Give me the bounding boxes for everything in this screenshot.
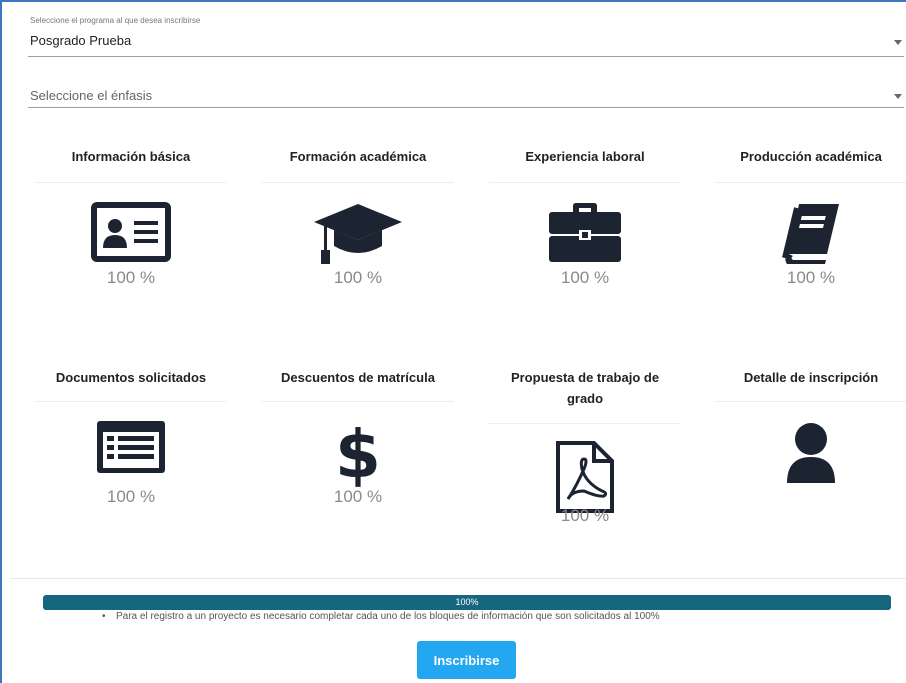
card-informacion-basica[interactable]: Información básica 100 % <box>35 146 227 296</box>
graduation-cap-icon <box>262 202 454 266</box>
list-document-icon <box>35 419 227 475</box>
card-divider <box>35 182 227 183</box>
requirement-note: • Para el registro a un proyecto es nece… <box>102 611 660 622</box>
dollar-icon: $ <box>262 419 454 489</box>
card-percentage: 100 % <box>333 487 383 506</box>
book-icon <box>715 202 906 268</box>
chevron-down-icon[interactable] <box>894 40 902 45</box>
footer-divider <box>10 578 906 579</box>
card-produccion-academica[interactable]: Producción académica 100 % <box>715 146 906 296</box>
card-descuentos-matricula[interactable]: Descuentos de matrícula $ 100 % <box>262 367 454 517</box>
chevron-down-icon[interactable] <box>894 94 902 99</box>
card-documentos-solicitados[interactable]: Documentos solicitados 100 % <box>35 367 227 517</box>
card-divider <box>262 401 454 402</box>
card-percentage: 100 % <box>106 268 156 287</box>
card-percentage: 100 % <box>106 487 156 506</box>
card-formacion-academica[interactable]: Formación académica 100 % <box>262 146 454 296</box>
card-detalle-inscripcion[interactable]: Detalle de inscripción <box>715 367 906 497</box>
bullet-icon: • <box>102 611 106 622</box>
card-percentage: 100 % <box>560 268 610 287</box>
program-select[interactable]: Seleccione el programa al que desea insc… <box>28 10 904 57</box>
card-propuesta-trabajo-grado[interactable]: Propuesta de trabajo de grado 100 % <box>489 367 681 537</box>
requirement-note-text: Para el registro a un proyecto es necesa… <box>116 611 660 622</box>
card-title: Propuesta de trabajo de grado <box>510 370 660 406</box>
card-divider <box>715 182 906 183</box>
card-divider <box>35 401 227 402</box>
progress-bar: 100% <box>43 595 891 610</box>
card-divider <box>489 182 681 183</box>
inscribirse-button[interactable]: Inscribirse <box>417 641 516 679</box>
user-icon <box>715 421 906 485</box>
program-select-label: Seleccione el programa al que desea insc… <box>30 16 201 25</box>
card-percentage: 100 % <box>333 268 383 287</box>
card-divider <box>262 182 454 183</box>
program-select-value: Posgrado Prueba <box>30 33 132 48</box>
card-title: Detalle de inscripción <box>743 370 879 385</box>
emphasis-select-placeholder: Seleccione el énfasis <box>30 88 153 103</box>
card-title: Producción académica <box>740 149 882 164</box>
progress-label: 100% <box>455 597 479 607</box>
card-title: Información básica <box>71 149 191 164</box>
card-divider <box>715 401 906 402</box>
card-experiencia-laboral[interactable]: Experiencia laboral 100 % <box>489 146 681 296</box>
pdf-file-icon <box>489 439 681 515</box>
card-title: Formación académica <box>289 149 427 164</box>
card-percentage: 100 % <box>560 506 610 525</box>
id-card-icon <box>35 202 227 262</box>
card-title: Descuentos de matrícula <box>281 370 435 385</box>
card-title: Experiencia laboral <box>525 149 645 164</box>
briefcase-icon <box>489 202 681 264</box>
svg-text:$: $ <box>335 419 381 489</box>
emphasis-select[interactable]: Seleccione el énfasis <box>28 78 904 108</box>
card-percentage: 100 % <box>786 268 836 287</box>
window-top-border <box>0 0 906 2</box>
window-left-border <box>0 0 2 683</box>
card-divider <box>489 423 681 424</box>
card-title: Documentos solicitados <box>55 370 207 385</box>
